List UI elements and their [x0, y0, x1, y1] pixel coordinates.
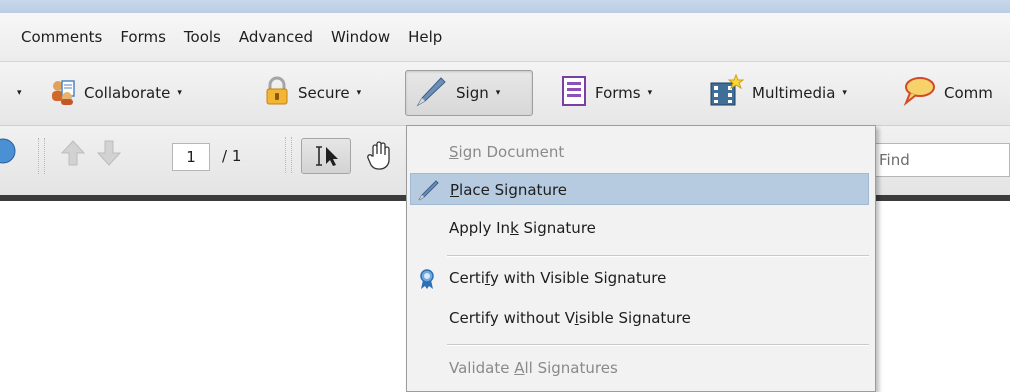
menu-bar: Comments Forms Tools Advanced Window Hel… — [0, 13, 1010, 61]
menu-tools[interactable]: Tools — [175, 23, 230, 51]
toolbar-separator — [285, 137, 292, 173]
collaborate-label: Collaborate — [84, 84, 171, 102]
menu-item-mnemonic: S — [449, 143, 459, 161]
sign-dropdown-menu: Sign Document Place Signature Apply Ink … — [406, 125, 876, 392]
menu-item-text: Certi — [449, 269, 485, 287]
menu-window[interactable]: Window — [322, 23, 399, 51]
menu-advanced[interactable]: Advanced — [230, 23, 322, 51]
secure-label: Secure — [298, 84, 350, 102]
film-icon — [708, 73, 745, 112]
previous-page-icon[interactable] — [60, 139, 86, 171]
menu-comments[interactable]: Comments — [12, 23, 111, 51]
forms-label: Forms — [595, 84, 641, 102]
multimedia-label: Multimedia — [752, 84, 836, 102]
partial-label — [4, 83, 10, 103]
partial-toolbar-button[interactable]: ▾ — [0, 70, 30, 116]
menu-item-text: Signature — [518, 219, 596, 237]
form-icon — [561, 75, 587, 111]
comment-bubble-icon — [902, 76, 936, 110]
menu-item-text: lace Signature — [459, 181, 568, 199]
menu-item-apply-ink-signature[interactable]: Apply Ink Signature — [410, 212, 869, 244]
chevron-down-icon: ▾ — [647, 88, 653, 98]
tasks-toolbar: ▾ Collaborate ▾ Secure ▾ Sign ▾ Forms ▾ … — [0, 61, 1010, 125]
menu-item-text: Apply In — [449, 219, 511, 237]
menu-item-mnemonic: k — [510, 219, 519, 237]
chevron-down-icon: ▾ — [356, 88, 362, 98]
menu-forms[interactable]: Forms — [111, 23, 175, 51]
window-title-bar — [0, 0, 1010, 13]
menu-item-text: Certify without V — [449, 309, 575, 327]
menu-separator — [447, 255, 869, 257]
menu-separator — [447, 344, 869, 346]
menu-item-certify-visible[interactable]: Certify with Visible Signature — [410, 262, 869, 294]
find-input[interactable]: Find — [868, 143, 1010, 177]
globe-icon[interactable] — [0, 138, 16, 168]
menu-item-text: Validate — [449, 359, 515, 377]
chevron-down-icon: ▾ — [495, 88, 501, 98]
certificate-ribbon-icon — [418, 268, 436, 301]
multimedia-button[interactable]: Multimedia ▾ — [700, 70, 855, 116]
forms-button[interactable]: Forms ▾ — [553, 70, 660, 116]
hand-tool-icon[interactable] — [365, 140, 399, 176]
page-total: / 1 — [222, 147, 242, 165]
sign-button[interactable]: Sign ▾ — [405, 70, 533, 116]
menu-item-sign-document[interactable]: Sign Document — [410, 136, 869, 168]
collaborate-button[interactable]: Collaborate ▾ — [40, 70, 190, 116]
select-tool-button[interactable] — [301, 138, 351, 174]
chevron-down-icon: ▾ — [177, 88, 182, 98]
menu-item-text: y with Visible Signature — [489, 269, 667, 287]
secure-button[interactable]: Secure ▾ — [256, 70, 369, 116]
menu-item-place-signature[interactable]: Place Signature — [410, 173, 869, 205]
pen-icon — [414, 74, 448, 112]
chevron-down-icon: ▾ — [842, 88, 847, 98]
menu-item-mnemonic: A — [514, 359, 525, 377]
comment-button[interactable]: Comm — [894, 70, 1001, 116]
menu-item-text: ign Document — [458, 143, 565, 161]
menu-item-certify-without-visible[interactable]: Certify without Visible Signature — [410, 302, 869, 334]
menu-help[interactable]: Help — [399, 23, 451, 51]
comment-label: Comm — [944, 84, 993, 102]
menu-item-mnemonic: P — [450, 181, 460, 199]
text-select-cursor-icon — [313, 144, 343, 172]
menu-item-text: sible Signature — [578, 309, 691, 327]
page-number-input[interactable]: 1 — [172, 143, 210, 171]
toolbar-separator — [38, 138, 45, 174]
lock-icon — [264, 76, 290, 110]
chevron-down-icon: ▾ — [17, 88, 22, 98]
menu-item-validate-all[interactable]: Validate All Signatures — [410, 352, 869, 384]
next-page-icon[interactable] — [96, 139, 122, 171]
collaborate-icon — [48, 77, 76, 109]
menu-item-text: ll Signatures — [524, 359, 618, 377]
sign-label: Sign — [456, 84, 489, 102]
pen-icon — [417, 178, 441, 213]
